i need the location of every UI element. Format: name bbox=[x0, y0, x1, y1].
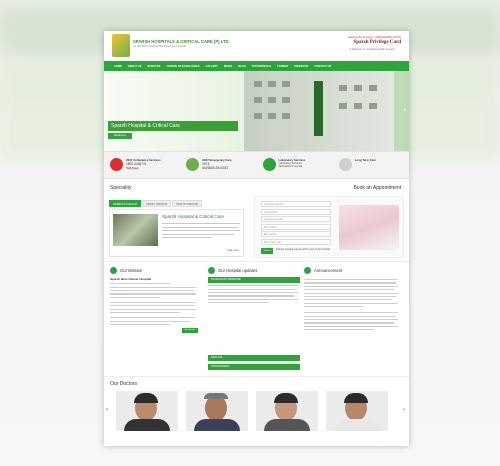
doctors-prev-icon[interactable]: ‹ bbox=[106, 407, 108, 413]
text-line bbox=[162, 230, 240, 232]
service-title: Long Term Care bbox=[354, 158, 376, 162]
mission-column: Our Mission Sparsh Best Cancer Hospital … bbox=[110, 267, 202, 334]
text-line bbox=[162, 223, 240, 225]
phone-input[interactable]: Enter Phone No. bbox=[261, 238, 331, 245]
nav-item-blog[interactable]: BLOG bbox=[238, 65, 246, 68]
helpline-text: Helpline for services : 0000-000000 (24X… bbox=[347, 35, 401, 39]
lab-icon bbox=[262, 158, 276, 171]
nav-item-media[interactable]: MEDIA bbox=[224, 65, 232, 68]
tab-health[interactable]: HEALTH CHECKUP bbox=[172, 200, 203, 207]
nav-item-testimonials[interactable]: TESTIMONIALS bbox=[252, 65, 271, 68]
tab-diabetes[interactable]: DIABETES CHECKUP bbox=[109, 200, 142, 207]
hospital-building-image bbox=[244, 71, 394, 151]
updates-column: Our Hospital updates PULMONARY MEDICINE … bbox=[208, 267, 300, 371]
service-laboratory[interactable]: Laboratory Services Laboratory Services … bbox=[257, 152, 333, 178]
ambulance-icon bbox=[110, 158, 123, 171]
specialty-image bbox=[113, 214, 158, 246]
doctor-card[interactable] bbox=[186, 391, 248, 431]
doctors-heading: Our Doctors bbox=[110, 381, 137, 387]
hero-title: Sparsh Hospital & Critical Care bbox=[108, 121, 238, 131]
announcement-heading: Announcement bbox=[314, 268, 343, 273]
nav-item-excellence[interactable]: CENTRE OF EXCELLENCE bbox=[166, 65, 199, 68]
nav-item-career[interactable]: CAREER bbox=[277, 65, 288, 68]
specialty-appointment-section: Speciality Book an Appointment DIABETES … bbox=[104, 179, 409, 261]
brand-name: SPARSH HOSPITALS & CRITICAL CARE (P) LTD bbox=[133, 39, 229, 44]
appointment-note: Sample booking request will be sent to t… bbox=[276, 248, 330, 251]
specialty-heading: Speciality bbox=[110, 185, 132, 191]
update-item[interactable]: PULMONARY MEDICINE bbox=[208, 277, 300, 283]
service-desc-2: Technicals at our lab bbox=[278, 165, 303, 168]
service-phone-2: 6626666,2540183 bbox=[202, 166, 228, 170]
specialty-panel: Sparsh Hospital & Critical Care read mor… bbox=[109, 209, 244, 257]
department-select[interactable]: Select Department bbox=[261, 201, 331, 207]
name-input[interactable]: Enter Name bbox=[261, 223, 331, 230]
doctor-card[interactable] bbox=[256, 391, 318, 431]
hero-readmore-button[interactable]: Readmore bbox=[108, 133, 132, 139]
service-longterm[interactable]: Long Term Care bbox=[333, 152, 409, 178]
doctor-select[interactable]: Select Doctor bbox=[261, 208, 331, 215]
announcement-column: Announcement bbox=[304, 267, 402, 331]
mission-readmore-button[interactable]: Readmore bbox=[181, 328, 198, 334]
info-columns: Our Mission Sparsh Best Cancer Hospital … bbox=[104, 261, 409, 376]
building-sign bbox=[314, 81, 323, 136]
mission-subtitle: Sparsh Best Cancer Hospital bbox=[110, 277, 152, 281]
hospital-logo-icon[interactable] bbox=[112, 34, 130, 57]
appointment-form: Select Department Select Doctor Appointm… bbox=[254, 196, 404, 258]
text-line bbox=[162, 226, 238, 228]
specialty-tabs: DIABETES CHECKUP KIDNEY CHECKUP HEALTH C… bbox=[109, 200, 203, 207]
email-input[interactable]: Enter Email bbox=[261, 231, 331, 237]
doctor-card[interactable] bbox=[326, 391, 388, 431]
tab-kidney[interactable]: KIDNEY CHECKUP bbox=[142, 200, 172, 207]
update-item[interactable]: NEW R.R. bbox=[208, 355, 300, 362]
appointment-heading: Book an Appointment bbox=[353, 185, 401, 191]
privilege-card-title[interactable]: Sparsh Privilege Card bbox=[354, 40, 402, 45]
service-emergency[interactable]: 24X7 Emergency Care 0674- 6626666,254018… bbox=[180, 152, 256, 178]
doctor-photo bbox=[339, 205, 399, 250]
mission-icon bbox=[110, 267, 117, 274]
text-line bbox=[162, 237, 212, 239]
doctors-next-icon[interactable]: › bbox=[403, 407, 405, 413]
specialty-readmore-link[interactable]: read more bbox=[227, 249, 239, 252]
nav-item-feedback[interactable]: FEEDBACK bbox=[294, 65, 308, 68]
emergency-icon bbox=[186, 158, 200, 171]
doctor-card[interactable] bbox=[116, 391, 178, 431]
nav-item-contact[interactable]: CONTACT US bbox=[314, 65, 331, 68]
website-preview: SPARSH HOSPITALS & CRITICAL CARE (P) LTD… bbox=[104, 31, 409, 446]
announcement-icon bbox=[304, 267, 311, 274]
appointment-submit-button[interactable]: Submit bbox=[261, 248, 273, 254]
date-input[interactable]: Appointment Date bbox=[261, 216, 331, 222]
hero-slider: ‹ › Sparsh Hospital & Critical Care Read… bbox=[104, 71, 409, 151]
nav-item-services[interactable]: SERVICES bbox=[147, 65, 160, 68]
doctors-section: Our Doctors ‹ › bbox=[104, 376, 409, 431]
site-header: SPARSH HOSPITALS & CRITICAL CARE (P) LTD… bbox=[104, 31, 409, 61]
text-line bbox=[162, 233, 234, 235]
slider-prev-icon[interactable]: ‹ bbox=[106, 107, 108, 114]
privilege-card-tagline: A Passport to Complete Health Security bbox=[349, 48, 395, 51]
specialty-title: Sparsh Hospital & Critical Care bbox=[162, 214, 225, 219]
service-ambulance[interactable]: 24X7 Ambulance Services 1800-3456731 Tol… bbox=[104, 152, 180, 178]
nav-item-gallery[interactable]: GALLERY bbox=[206, 65, 218, 68]
updates-icon bbox=[208, 267, 215, 274]
services-strip: 24X7 Ambulance Services 1800-3456731 Tol… bbox=[104, 151, 409, 179]
updates-heading: Our Hospital updates bbox=[218, 268, 258, 273]
update-item[interactable]: ORTHOPAEDIC bbox=[208, 364, 300, 371]
longterm-care-icon bbox=[338, 158, 352, 171]
service-tollfree: Toll Free bbox=[126, 166, 139, 170]
mission-heading: Our Mission bbox=[120, 268, 143, 273]
brand-tagline: An ISO 9001 Certified Multi-Specialty Ho… bbox=[133, 45, 186, 48]
main-nav: HOME ABOUT US SERVICES CENTRE OF EXCELLE… bbox=[104, 61, 409, 71]
nav-item-about[interactable]: ABOUT US bbox=[128, 65, 142, 68]
slider-next-icon[interactable]: › bbox=[404, 107, 406, 114]
nav-item-home[interactable]: HOME bbox=[114, 65, 122, 68]
